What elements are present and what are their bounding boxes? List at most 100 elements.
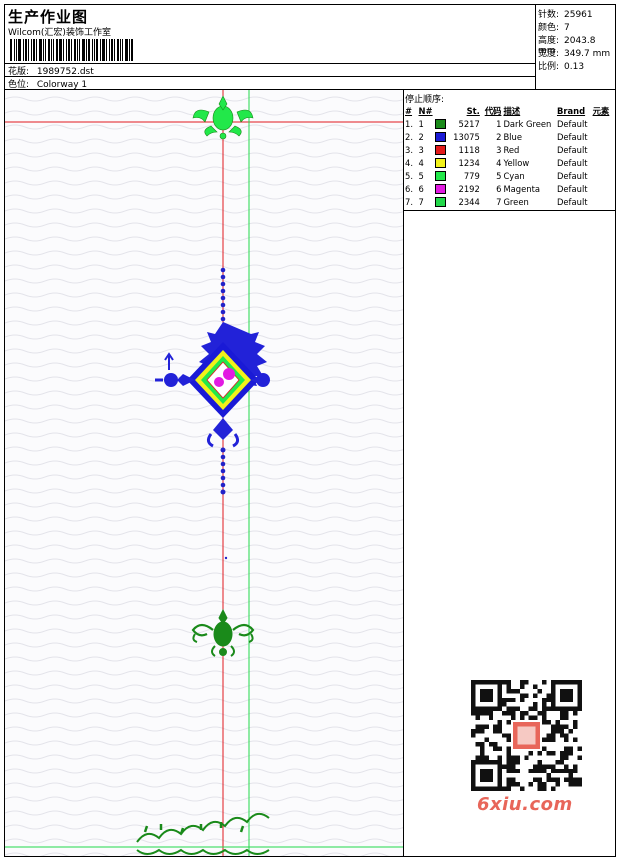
colorway-row: 色位: Colorway 1: [8, 77, 87, 90]
design-width-label: 宽度:: [538, 49, 560, 59]
colorway-value: Colorway 1: [36, 80, 88, 90]
color-count-label: 颜色:: [538, 23, 560, 33]
color-row: 4. 4 1234 4 Yellow Default: [404, 156, 615, 169]
color-swatch-cell: [434, 130, 450, 143]
color-element: [592, 117, 615, 130]
color-element: [592, 195, 615, 208]
color-st: 13075: [453, 131, 480, 142]
color-brand: Default: [556, 183, 588, 194]
design-scale-value: 0.13: [564, 62, 585, 72]
color-n: 2: [418, 131, 424, 142]
stitch-count: 针数: 25961: [538, 7, 593, 20]
col-brand: Brand: [556, 105, 586, 116]
design-height-label: 高度:: [538, 36, 560, 46]
color-n: 5: [418, 170, 424, 181]
col-stitches: St.: [466, 105, 480, 116]
color-swatch-cell: [434, 195, 450, 208]
company-name: Wilcom(汇宏)装饰工作室: [8, 28, 111, 38]
color-idx: 6.: [405, 183, 413, 194]
color-row: 3. 3 1118 3 Red Default: [404, 143, 615, 156]
color-desc: Yellow: [503, 157, 530, 168]
design-scale: 比例: 0.13: [538, 59, 584, 72]
color-table: # N# St. 代码 描述 Brand 元素 1. 1 5217 1 Dark Gre…: [404, 104, 615, 208]
color-row: 7. 7 2344 7 Green Default: [404, 195, 615, 208]
design-width: 宽度: 349.7 mm: [538, 46, 610, 59]
col-needle: N#: [418, 105, 433, 116]
color-swatch: [434, 118, 446, 129]
color-desc: Magenta: [503, 183, 540, 194]
col-swatch: [434, 104, 450, 117]
color-row: 2. 2 13075 2 Blue Default: [404, 130, 615, 143]
color-brand: Default: [556, 157, 588, 168]
color-desc: Green: [503, 196, 529, 207]
color-swatch-cell: [434, 143, 450, 156]
color-n: 4: [418, 157, 424, 168]
color-table-header: # N# St. 代码 描述 Brand 元素: [404, 104, 615, 117]
col-idx: #: [405, 105, 413, 116]
color-st: 5217: [458, 118, 480, 129]
color-brand: Default: [556, 131, 588, 142]
color-idx: 1.: [405, 118, 413, 129]
col-desc: 描述: [503, 105, 521, 116]
color-count: 颜色: 7: [538, 20, 570, 33]
color-n: 3: [418, 144, 424, 155]
color-element: [592, 130, 615, 143]
fabric-texture: [5, 90, 403, 856]
color-st: 779: [463, 170, 480, 181]
color-code: 6: [496, 183, 502, 194]
color-st: 2344: [458, 196, 480, 207]
color-swatch: [434, 170, 446, 181]
color-n: 1: [418, 118, 424, 129]
color-swatch: [434, 183, 446, 194]
stitch-count-value: 25961: [564, 10, 593, 20]
color-code: 7: [496, 196, 502, 207]
color-code: 5: [496, 170, 502, 181]
color-brand: Default: [556, 196, 588, 207]
panel-divider: [404, 210, 615, 211]
color-swatch: [434, 157, 446, 168]
color-element: [592, 169, 615, 182]
color-swatch: [434, 131, 446, 142]
qr-code-icon: [471, 680, 582, 791]
page-title: 生产作业图: [8, 8, 89, 26]
col-code: 代码: [484, 105, 502, 116]
color-desc: Red: [503, 144, 520, 155]
embroidery-design-canvas: [5, 90, 404, 856]
color-count-value: 7: [564, 23, 570, 33]
color-element: [592, 182, 615, 195]
colorway-label: 色位:: [8, 80, 30, 90]
color-code: 3: [496, 144, 502, 155]
design-scale-label: 比例:: [538, 62, 560, 72]
color-swatch-cell: [434, 117, 450, 130]
embroidery-preview: [5, 90, 403, 856]
color-row: 1. 1 5217 1 Dark Green Default: [404, 117, 615, 130]
color-code: 4: [496, 157, 502, 168]
color-brand: Default: [556, 170, 588, 181]
color-sequence-panel: 停止顺序: # N# St. 代码 描述 Brand 元素 1. 1 5217 1 Da…: [404, 90, 615, 856]
color-idx: 5.: [405, 170, 413, 181]
color-desc: Cyan: [503, 170, 525, 181]
color-swatch: [434, 144, 446, 155]
color-element: [592, 156, 615, 169]
sheet-header: 生产作业图 Wilcom(汇宏)装饰工作室 花版: 1989752.dst 色位…: [5, 5, 615, 90]
color-desc: Dark Green: [503, 118, 552, 129]
color-idx: 3.: [405, 144, 413, 155]
design-width-value: 349.7 mm: [564, 49, 611, 59]
production-sheet: 生产作业图 Wilcom(汇宏)装饰工作室 花版: 1989752.dst 色位…: [4, 4, 616, 857]
color-swatch-cell: [434, 169, 450, 182]
color-swatch: [434, 196, 446, 207]
color-swatch-cell: [434, 182, 450, 195]
header-info: 生产作业图 Wilcom(汇宏)装饰工作室 花版: 1989752.dst 色位…: [5, 5, 536, 90]
color-row: 6. 6 2192 6 Magenta Default: [404, 182, 615, 195]
color-desc: Blue: [503, 131, 522, 142]
color-idx: 4.: [405, 157, 413, 168]
watermark-brand: 6xiu.com: [477, 794, 573, 815]
color-swatch-cell: [434, 156, 450, 169]
color-idx: 7.: [405, 196, 413, 207]
color-idx: 2.: [405, 131, 413, 142]
color-st: 2192: [458, 183, 480, 194]
barcode-icon: [10, 39, 140, 61]
stitch-count-label: 针数:: [538, 10, 560, 20]
color-n: 6: [418, 183, 424, 194]
color-row: 5. 5 779 5 Cyan Default: [404, 169, 615, 182]
